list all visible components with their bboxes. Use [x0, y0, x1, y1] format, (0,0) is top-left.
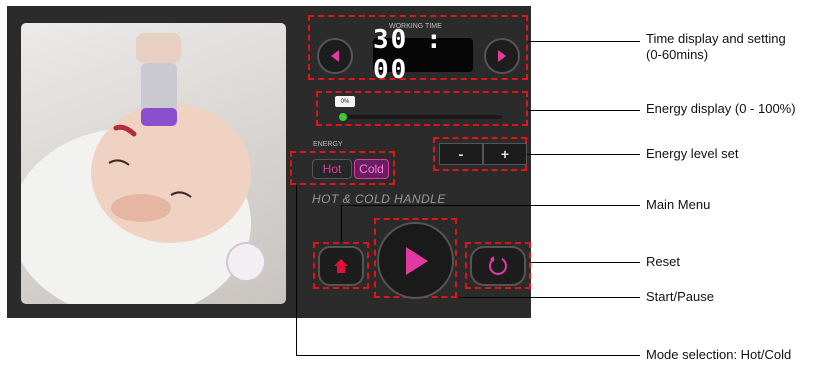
mode-hot-button[interactable]: Hot — [312, 159, 352, 179]
camera-button[interactable] — [226, 242, 266, 282]
annotation-mode: Mode selection: Hot/Cold — [646, 347, 792, 362]
energy-minus-button[interactable]: - — [439, 143, 483, 165]
mode-leader-h — [296, 355, 640, 356]
energy-level-leader-line — [527, 154, 640, 155]
reset-leader-line — [531, 262, 640, 263]
energy-level-bar — [339, 113, 502, 121]
home-button[interactable] — [318, 246, 364, 286]
mode-cold-button[interactable]: Cold — [354, 159, 389, 179]
reset-button[interactable] — [470, 246, 526, 286]
energy-level-indicator — [339, 113, 347, 121]
home-icon — [334, 259, 348, 273]
time-increase-button[interactable] — [484, 38, 520, 74]
play-icon — [405, 246, 428, 275]
annotation-reset: Reset — [646, 254, 680, 269]
handle-title: HOT & COLD HANDLE — [312, 192, 446, 206]
treatment-photo — [21, 23, 286, 304]
annotation-time: Time display and setting (0-60mins) — [646, 31, 786, 62]
annotation-energy-display: Energy display (0 - 100%) — [646, 101, 796, 116]
energy-display-leader-line — [528, 110, 640, 111]
energy-section-label: ENERGY — [313, 141, 343, 148]
main-menu-leader-v — [341, 205, 342, 242]
start-pause-button[interactable] — [377, 222, 454, 299]
time-display: 30 : 00 — [373, 25, 473, 85]
time-decrease-button[interactable] — [317, 38, 353, 74]
start-pause-leader-line — [457, 297, 640, 298]
mode-leader-v — [296, 185, 297, 356]
energy-percent-badge: 0% — [335, 96, 355, 107]
time-leader-line — [528, 41, 640, 42]
left-triangle-icon — [331, 50, 339, 62]
reset-icon — [489, 256, 507, 275]
main-menu-leader-h — [341, 205, 640, 206]
right-triangle-icon — [498, 50, 506, 62]
annotation-main-menu: Main Menu — [646, 197, 711, 212]
annotation-start-pause: Start/Pause — [646, 289, 714, 304]
annotation-energy-level: Energy level set — [646, 146, 739, 161]
energy-plus-button[interactable]: + — [483, 143, 527, 165]
